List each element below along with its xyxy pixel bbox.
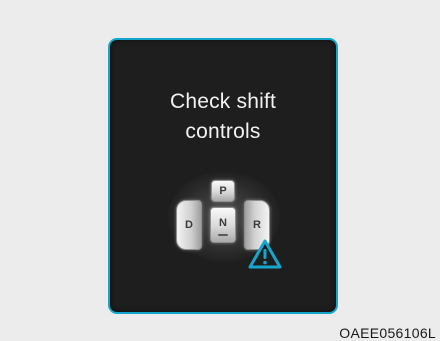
figure-code: OAEE056106L [339,325,436,341]
warning-triangle-icon [248,239,282,269]
drive-label: D [185,219,193,231]
illustration: Check shift controls P N D R OAEE056106L [0,0,440,341]
cluster-display: Check shift controls P N D R [108,38,338,314]
park-button: P [211,180,235,202]
reverse-label: R [253,219,261,231]
neutral-label: N [219,217,227,229]
neutral-button: N [210,207,236,243]
shift-button-cluster: P N D R [110,40,336,312]
neutral-indicator-line [218,234,228,236]
park-label: P [219,185,227,197]
drive-button: D [176,200,202,250]
